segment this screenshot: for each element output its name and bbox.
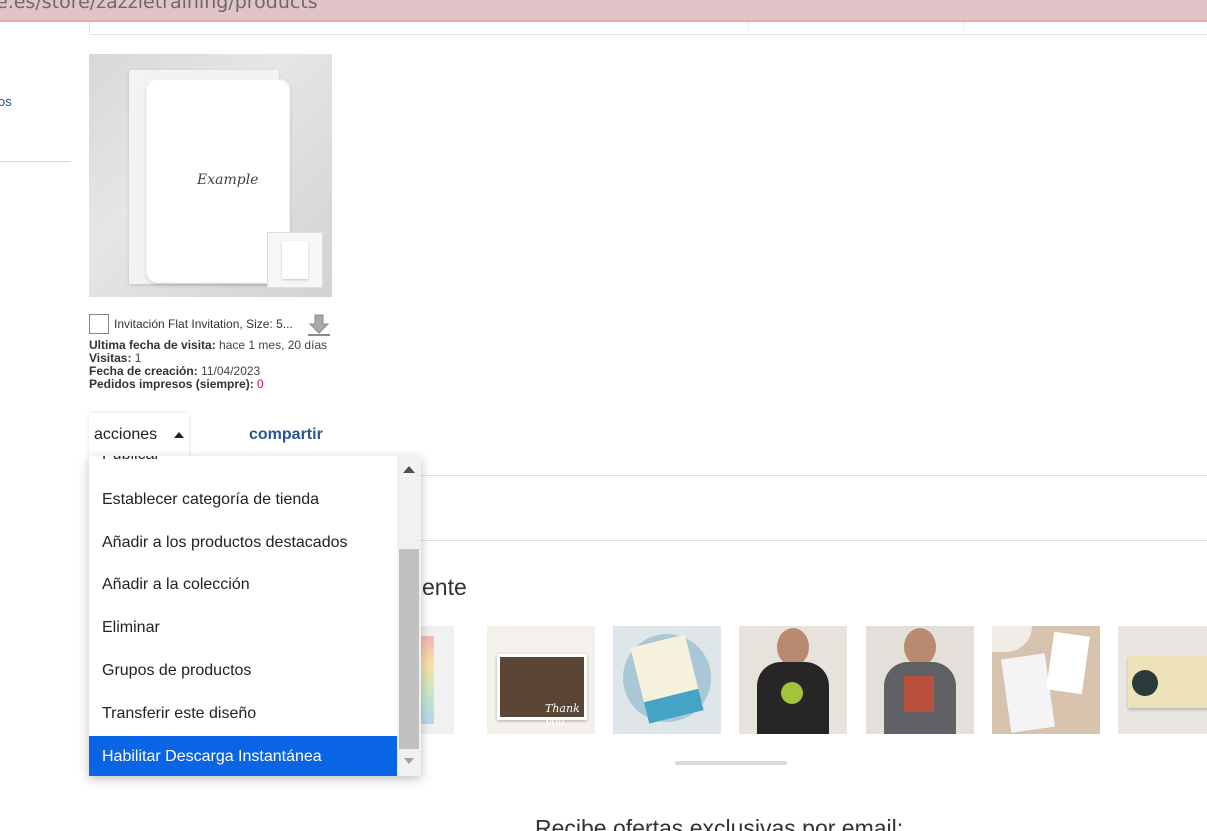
email-offers-title: Recibe ofertas exclusivas por email: [535,815,904,831]
divider [420,540,1207,541]
actions-menu[interactable]: Publicar Establecer categoría de tienda … [89,456,421,776]
carousel-item[interactable] [1118,626,1207,734]
carousel-item-text: Thank you [545,702,580,728]
visits-value: 1 [131,351,142,365]
menu-item-add-collection[interactable]: Añadir a la colección [89,564,397,607]
sidebar-link[interactable]: os [0,94,12,109]
carousel-scroll-indicator[interactable] [675,761,787,765]
carousel-item[interactable] [866,626,974,734]
actions-dropdown-button[interactable]: acciones [89,413,189,457]
orders-value: 0 [253,377,264,391]
page: e.es/store/zazzletraining/products os Ex… [0,0,1207,831]
preview-text: Example [197,172,259,188]
menu-scrollbar[interactable] [397,456,421,776]
divider [748,22,749,35]
carousel-item[interactable] [613,626,721,734]
product-select-checkbox[interactable] [89,314,109,334]
product-name[interactable]: Invitación Flat Invitation, Size: 5... [114,317,293,331]
menu-item-add-featured[interactable]: Añadir a los productos destacados [89,522,397,565]
recent-section-title: ente [422,574,467,600]
actions-label: acciones [94,426,158,443]
menu-item-transfer-design[interactable]: Transferir este diseño [89,693,397,736]
divider [420,475,1207,476]
last-visit-label: Ultima fecha de visita: [89,338,216,352]
menu-item-set-store-category[interactable]: Establecer categoría de tienda [89,479,397,522]
carousel-item[interactable] [739,626,847,734]
carousel-item[interactable] [420,626,454,734]
carousel-item[interactable] [992,626,1100,734]
download-icon[interactable] [307,313,331,337]
scroll-down-icon[interactable] [404,758,414,764]
carousel-item[interactable]: Thank you [487,626,595,734]
product-thumbnail[interactable]: Example [89,54,332,297]
caret-up-icon [174,432,184,438]
menu-item-product-groups[interactable]: Grupos de productos [89,650,397,693]
sidebar-divider [0,161,71,162]
divider [89,34,1207,35]
divider [963,22,964,35]
visits-label: Visitas: [89,351,132,365]
orders-label: Pedidos impresos (siempre): [89,377,254,391]
mini-preview[interactable] [267,232,323,288]
share-link[interactable]: compartir [249,426,323,444]
menu-item-publish[interactable]: Publicar [89,456,397,479]
product-meta: Ultima fecha de visita: hace 1 mes, 20 d… [89,339,329,391]
scrollbar-thumb[interactable] [399,549,419,749]
scroll-up-icon[interactable] [403,466,415,473]
created-label: Fecha de creación: [89,364,198,378]
menu-item-enable-instant-download[interactable]: Habilitar Descarga Instantánea [89,735,397,776]
actions-menu-list: Publicar Establecer categoría de tienda … [89,456,397,776]
address-bar[interactable]: e.es/store/zazzletraining/products [0,0,1207,22]
created-value: 11/04/2023 [197,364,261,378]
url-text: e.es/store/zazzletraining/products [0,0,318,13]
menu-item-delete[interactable]: Eliminar [89,607,397,650]
last-visit-value: hace 1 mes, 20 días [215,338,328,352]
